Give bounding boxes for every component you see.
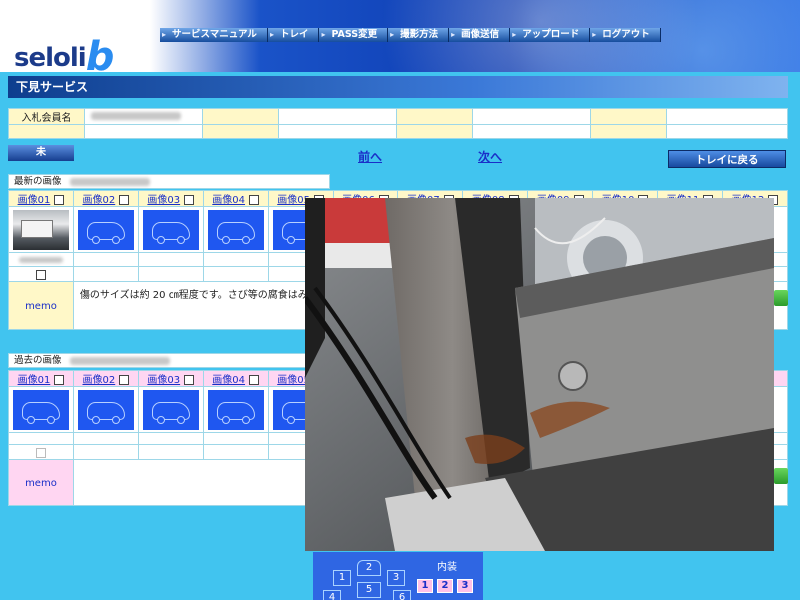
seat-button[interactable]: 2 xyxy=(357,560,381,576)
next-link[interactable]: 次へ xyxy=(478,148,502,165)
nav-logout[interactable]: ログアウト xyxy=(590,28,661,42)
app-header: selolib サービスマニュアル トレイ PASS変更 撮影方法 画像送信 ア… xyxy=(0,0,800,72)
section-title: 下見サービス xyxy=(8,76,788,98)
nav-shooting-method[interactable]: 撮影方法 xyxy=(388,28,450,42)
checkbox[interactable] xyxy=(35,269,46,280)
member-name-label: 入札会員名 xyxy=(8,108,85,125)
green-action-button[interactable] xyxy=(774,468,788,484)
current-images-label: 最新の画像 xyxy=(8,174,330,189)
car-photo-thumbnail[interactable] xyxy=(12,209,69,250)
placeholder-car-thumbnail[interactable] xyxy=(77,209,134,250)
back-to-tray-button[interactable]: トレイに戻る xyxy=(668,150,786,168)
logo: selolib xyxy=(14,30,115,72)
past-image-link[interactable]: 画像04 xyxy=(212,375,245,386)
checkbox[interactable] xyxy=(119,195,130,205)
checkbox[interactable] xyxy=(184,375,195,385)
seat-button[interactable]: 5 xyxy=(357,582,381,598)
current-image-link[interactable]: 画像01 xyxy=(18,195,51,206)
nav-service-manual[interactable]: サービスマニュアル xyxy=(160,28,268,42)
interior-selector: 1 2 3 5 4 6 内装 1 2 3 xyxy=(313,552,483,600)
interior-label: 内装 xyxy=(437,562,457,573)
past-images-label: 過去の画像 xyxy=(8,353,330,368)
checkbox[interactable] xyxy=(119,375,130,385)
enlarged-photo xyxy=(305,198,774,551)
logo-accent: b xyxy=(85,34,115,72)
nav-bar: サービスマニュアル トレイ PASS変更 撮影方法 画像送信 アップロード ログ… xyxy=(160,28,661,42)
checkbox[interactable] xyxy=(249,375,260,385)
logo-text: seloli xyxy=(14,43,87,72)
placeholder-car-thumbnail[interactable] xyxy=(77,389,134,430)
placeholder-car-thumbnail[interactable] xyxy=(142,209,199,250)
enlarged-photo-popup[interactable] xyxy=(305,198,774,551)
nav-upload[interactable]: アップロード xyxy=(510,28,591,42)
nav-pass-change[interactable]: PASS変更 xyxy=(319,28,389,42)
interior-button[interactable]: 1 xyxy=(417,579,433,593)
placeholder-car-thumbnail[interactable] xyxy=(207,209,264,250)
past-image-link[interactable]: 画像03 xyxy=(147,375,180,386)
past-image-link[interactable]: 画像02 xyxy=(82,375,115,386)
prev-link[interactable]: 前へ xyxy=(358,148,382,165)
checkbox[interactable] xyxy=(54,195,65,205)
seat-button[interactable]: 4 xyxy=(323,590,341,600)
checkbox[interactable] xyxy=(35,447,46,458)
green-action-button[interactable] xyxy=(774,290,788,306)
checkbox[interactable] xyxy=(249,195,260,205)
checkbox[interactable] xyxy=(184,195,195,205)
nav-tray[interactable]: トレイ xyxy=(267,28,320,42)
current-image-link[interactable]: 画像03 xyxy=(147,195,180,206)
placeholder-car-thumbnail[interactable] xyxy=(142,389,199,430)
current-image-link[interactable]: 画像04 xyxy=(212,195,245,206)
past-image-link[interactable]: 画像01 xyxy=(18,375,51,386)
current-image-link[interactable]: 画像02 xyxy=(82,195,115,206)
memo-label: memo xyxy=(25,301,57,312)
nav-image-send[interactable]: 画像送信 xyxy=(449,28,511,42)
status-tag: 未 xyxy=(8,145,74,161)
seat-button[interactable]: 1 xyxy=(333,570,351,586)
placeholder-car-thumbnail[interactable] xyxy=(207,389,264,430)
placeholder-car-thumbnail[interactable] xyxy=(12,389,69,430)
member-name-value xyxy=(84,108,203,125)
checkbox[interactable] xyxy=(54,375,65,385)
memo-label: memo xyxy=(25,478,57,489)
member-table: 入札会員名 xyxy=(8,108,788,139)
interior-button[interactable]: 2 xyxy=(437,579,453,593)
seat-button[interactable]: 6 xyxy=(393,590,411,600)
seat-button[interactable]: 3 xyxy=(387,570,405,586)
interior-button[interactable]: 3 xyxy=(457,579,473,593)
